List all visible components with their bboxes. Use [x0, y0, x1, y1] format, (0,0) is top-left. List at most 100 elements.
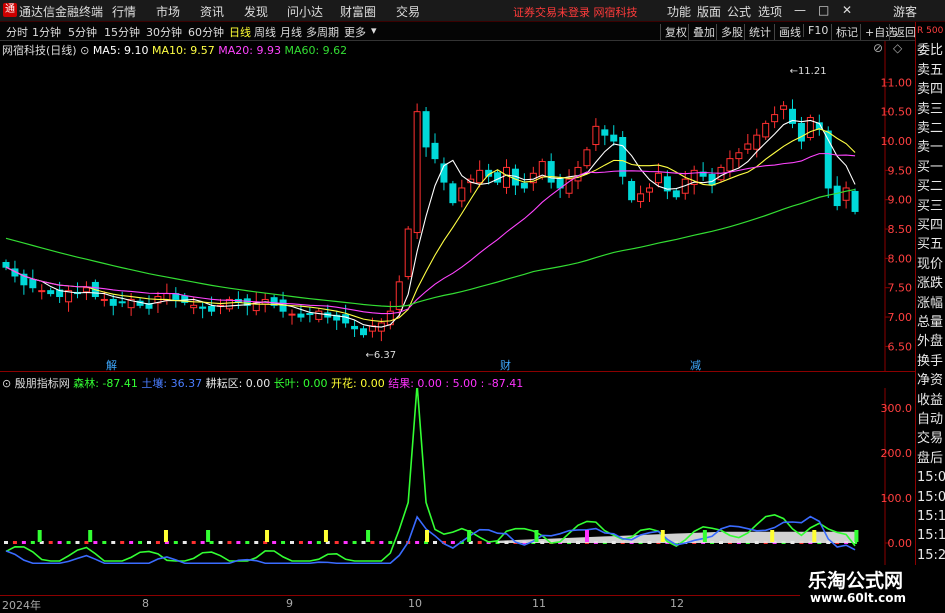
menu-gongneng[interactable]: 功能 — [667, 3, 691, 20]
menu-hangqing[interactable]: 行情 — [112, 3, 136, 20]
sidebar-item[interactable]: 15:00 — [917, 468, 945, 487]
candle-body — [306, 313, 314, 316]
candle-body — [100, 298, 108, 301]
sidebar-item[interactable]: 交易 — [917, 429, 945, 448]
ground-bar — [75, 541, 80, 544]
sidebar-item[interactable]: 净资 — [917, 371, 945, 390]
ground-bar — [57, 541, 62, 544]
candle — [467, 174, 475, 193]
signal-marker — [584, 530, 589, 542]
candle — [610, 125, 618, 146]
ma5-line — [5, 119, 856, 328]
period-fenshi[interactable]: 分时 — [6, 24, 28, 40]
period-weekly[interactable]: 周线 — [254, 24, 276, 40]
close-icon[interactable]: ✕ — [842, 3, 852, 17]
menu-xuanxiang[interactable]: 选项 — [758, 3, 782, 20]
minimize-icon[interactable]: — — [794, 3, 806, 17]
sidebar-item[interactable]: 卖一 — [917, 138, 945, 157]
menu-banmian[interactable]: 版面 — [697, 3, 721, 20]
menu-zixun[interactable]: 资讯 — [200, 3, 224, 20]
draw-line-button[interactable]: 画线 — [774, 24, 801, 40]
period-60min[interactable]: 60分钟 — [188, 24, 224, 40]
sidebar-item[interactable]: 买五 — [917, 235, 945, 254]
period-more[interactable]: 更多 — [344, 24, 366, 40]
indicator-chart[interactable]: 300.0 200.0 100.0 0.00 — [0, 388, 915, 595]
candle-body — [735, 152, 743, 160]
candle-body — [672, 190, 680, 198]
candle-body — [583, 149, 591, 167]
sidebar-item[interactable]: 15:01 — [917, 488, 945, 507]
stats-button[interactable]: 统计 — [744, 24, 771, 40]
overlay-button[interactable]: 叠加 — [688, 24, 715, 40]
candle — [619, 131, 627, 185]
menu-caifuquan[interactable]: 财富圈 — [340, 3, 376, 20]
sidebar-item[interactable]: 卖五 — [917, 61, 945, 80]
ground-bar — [200, 541, 205, 544]
candle-body — [360, 328, 367, 336]
period-1min[interactable]: 1分钟 — [32, 24, 61, 40]
candle-body — [601, 129, 609, 136]
ground-bar — [415, 541, 420, 544]
ground-bar — [236, 541, 241, 544]
price-tick-label: 7.00 — [888, 311, 913, 324]
sidebar-item[interactable]: 15:13 — [917, 526, 945, 545]
login-alert[interactable]: 证券交易未登录 网宿科技 — [513, 4, 638, 20]
sidebar-item[interactable]: 涨幅 — [917, 294, 945, 313]
sidebar-item[interactable]: 外盘 — [917, 332, 945, 351]
sidebar-item[interactable]: 卖四 — [917, 80, 945, 99]
signal-marker — [88, 530, 93, 542]
more-chevron-icon[interactable]: ▾ — [371, 24, 377, 37]
user-label[interactable]: 游客 — [893, 3, 917, 20]
ground-bar — [245, 541, 250, 544]
sidebar-item[interactable]: 买四 — [917, 216, 945, 235]
sidebar-item[interactable]: 买三 — [917, 197, 945, 216]
candle — [663, 170, 671, 200]
period-daily[interactable]: 日线 — [229, 24, 251, 40]
multistock-button[interactable]: 多股 — [716, 24, 743, 40]
ground-bar — [138, 541, 143, 544]
sidebar-item[interactable]: 买一 — [917, 158, 945, 177]
sidebar-item[interactable]: 盘后 — [917, 449, 945, 468]
candle — [38, 284, 46, 300]
menu-wenxiaoda[interactable]: 问小达 — [287, 3, 323, 20]
sidebar-item[interactable]: 卖三 — [917, 100, 945, 119]
candle — [494, 169, 502, 186]
sidebar-item[interactable]: 卖二 — [917, 119, 945, 138]
sidebar-item[interactable]: 15:12 — [917, 507, 945, 526]
period-monthly[interactable]: 月线 — [280, 24, 302, 40]
period-multi[interactable]: 多周期 — [306, 24, 339, 40]
candle — [637, 185, 645, 208]
sidebar-item[interactable]: 换手 — [917, 352, 945, 371]
sidebar-item[interactable]: 总量 — [917, 313, 945, 332]
candle-body — [449, 183, 457, 204]
menu-jiaoyi[interactable]: 交易 — [396, 3, 420, 20]
menu-gongshi[interactable]: 公式 — [727, 3, 751, 20]
sidebar-item[interactable]: 收益 — [917, 391, 945, 410]
sidebar-item[interactable]: 委比 — [917, 41, 945, 60]
signal-marker — [770, 530, 775, 542]
signal-marker — [660, 530, 665, 542]
period-15min[interactable]: 15分钟 — [104, 24, 140, 40]
sidebar-item[interactable]: 买二 — [917, 177, 945, 196]
panel-separator — [0, 371, 915, 372]
sidebar-item[interactable]: R 500 — [917, 22, 945, 41]
candle — [306, 307, 314, 323]
maximize-icon[interactable]: □ — [818, 3, 829, 17]
fuquan-button[interactable]: 复权 — [660, 24, 687, 40]
candlestick-chart[interactable]: 11.00 10.50 10.00 9.50 9.00 8.50 8.00 7.50 7.00 6… — [0, 41, 915, 372]
sidebar-item[interactable]: 自动 — [917, 410, 945, 429]
f10-button[interactable]: F10 — [803, 24, 828, 37]
back-button[interactable]: 返回 — [889, 24, 916, 40]
mark-button[interactable]: 标记 — [831, 24, 858, 40]
sidebar-item[interactable]: 涨跌 — [917, 274, 945, 293]
watermark-url: www.60lt.com — [810, 591, 907, 605]
ground-bar — [182, 541, 187, 544]
ground-bar — [120, 541, 125, 544]
period-30min[interactable]: 30分钟 — [146, 24, 182, 40]
sidebar-item[interactable]: 15:22 — [917, 546, 945, 565]
menu-shichang[interactable]: 市场 — [156, 3, 180, 20]
sidebar-item[interactable]: 现价 — [917, 255, 945, 274]
menu-faxian[interactable]: 发现 — [244, 3, 268, 20]
ground-bar — [147, 541, 151, 544]
period-5min[interactable]: 5分钟 — [68, 24, 97, 40]
